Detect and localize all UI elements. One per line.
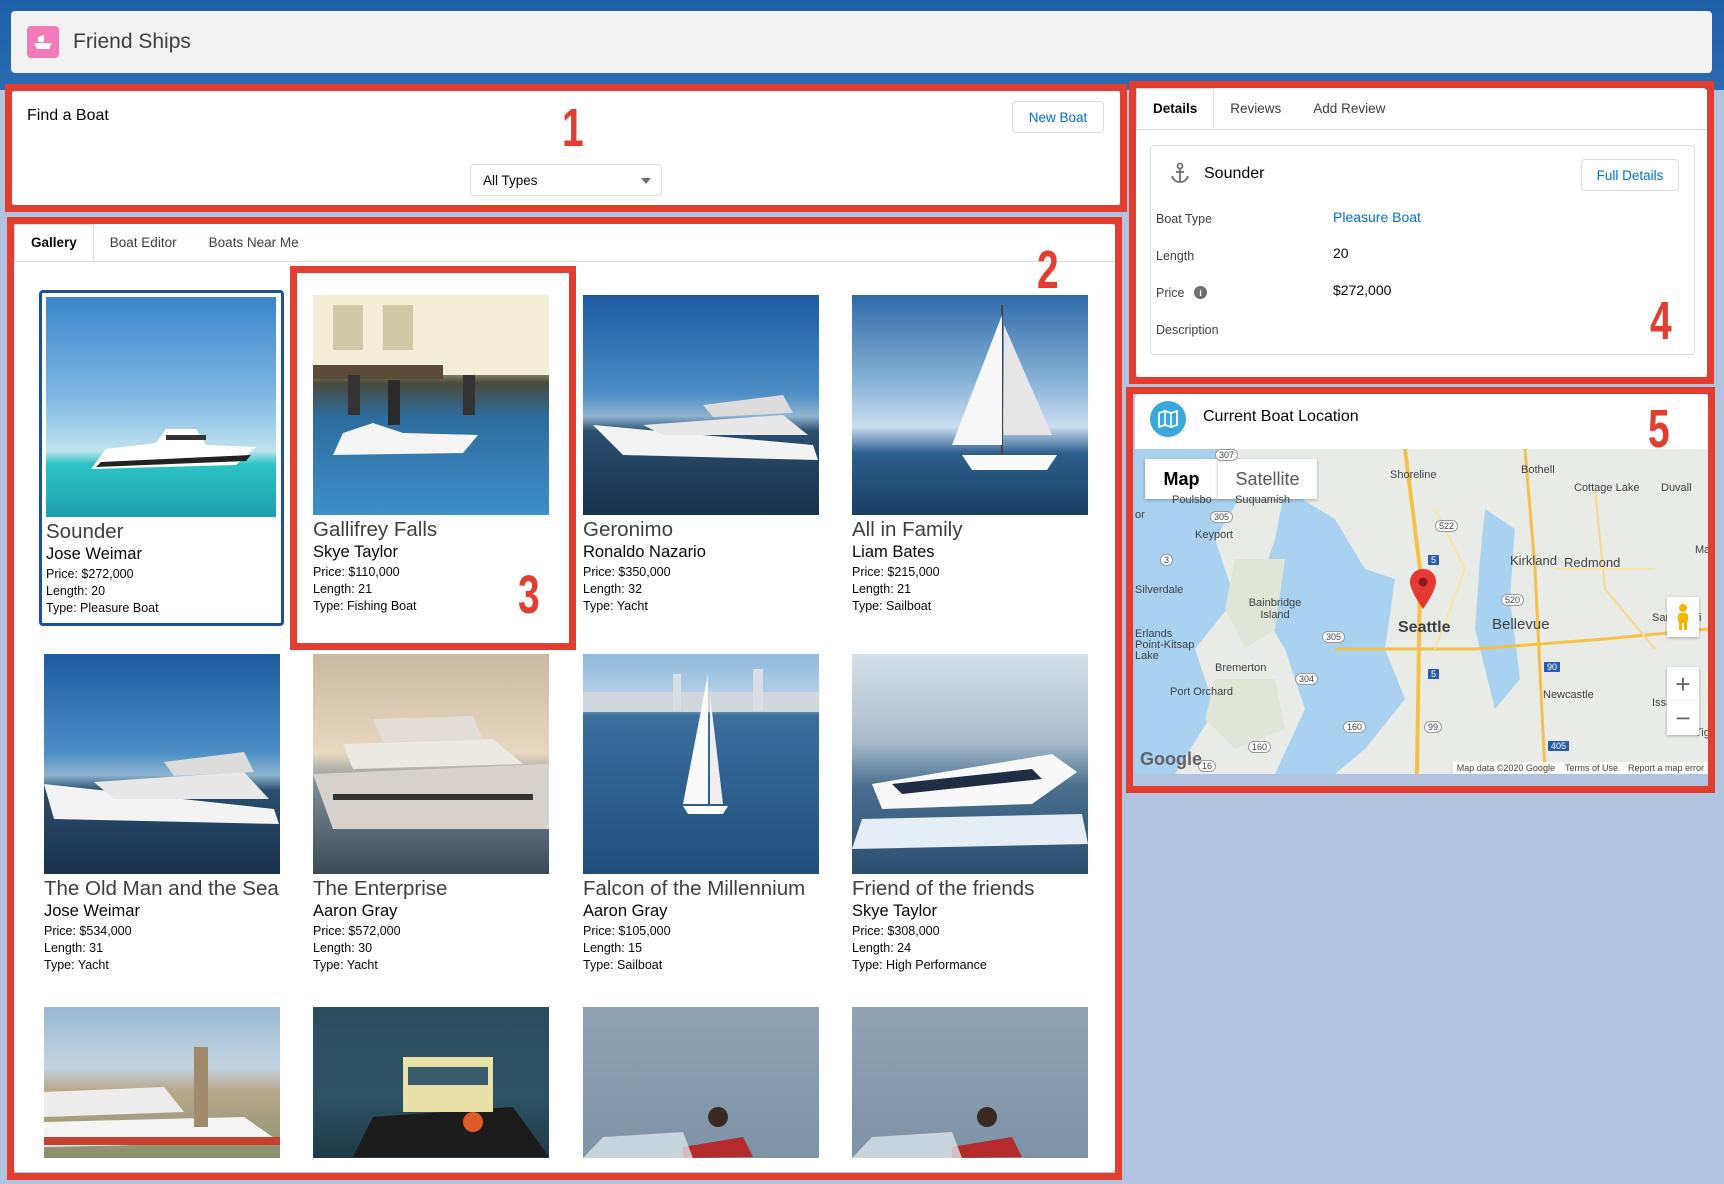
boat-owner: Liam Bates [852,543,935,561]
boat-owner: Jose Weimar [44,902,140,920]
boat-photo [46,297,276,517]
boat-tile[interactable]: Sounder Jose Weimar Price: $272,000 Leng… [46,297,276,615]
boat-type: Type: High Performance [852,958,987,972]
boat-tile[interactable] [852,1007,1088,1158]
boat-tile[interactable] [583,1007,819,1158]
boat-tile[interactable]: The Enterprise Aaron Gray Price: $572,00… [313,654,549,972]
boat-owner: Skye Taylor [852,902,937,920]
boat-photo [852,295,1088,515]
boat-price: Price: $215,000 [852,565,940,579]
boat-tile[interactable]: Friend of the friends Skye Taylor Price:… [852,654,1088,972]
boat-photo [852,654,1088,874]
boat-name: Sounder [46,520,124,543]
boat-tile[interactable]: All in Family Liam Bates Price: $215,000… [852,295,1088,613]
annotation-box-4 [1129,81,1714,384]
boat-type: Type: Yacht [583,599,648,613]
boat-type: Type: Pleasure Boat [46,601,159,615]
boat-photo [852,1007,1088,1158]
boat-length: Length: 24 [852,941,912,955]
boat-length: Length: 21 [852,582,912,596]
boat-name: All in Family [852,518,963,541]
boat-price: Price: $308,000 [852,924,940,938]
boat-owner: Aaron Gray [583,902,668,920]
boat-name: Geronimo [583,518,674,541]
boat-type: Type: Sailboat [852,599,932,613]
new-boat-button[interactable]: New Boat [1012,101,1104,133]
annotation-number-1: 1 [562,98,584,158]
boat-photo [44,654,280,874]
boat-photo [583,654,819,874]
boat-tile[interactable]: The Old Man and the Sea Jose Weimar Pric… [44,654,280,972]
ship-app-icon [27,26,59,58]
annotation-number-2: 2 [1037,240,1059,300]
boat-owner: Jose Weimar [46,545,142,563]
boat-type-select[interactable]: All Types [470,164,662,196]
boat-type: Type: Yacht [313,958,378,972]
boat-owner: Ronaldo Nazario [583,543,706,561]
boat-name: The Old Man and the Sea [44,877,279,900]
boat-length: Length: 32 [583,582,643,596]
boat-name: The Enterprise [313,877,448,900]
boat-photo [583,295,819,515]
boat-tile[interactable] [313,1007,549,1158]
boat-price: Price: $572,000 [313,924,401,938]
boat-name: Friend of the friends [852,877,1035,900]
boat-length: Length: 31 [44,941,104,955]
boat-price: Price: $350,000 [583,565,671,579]
boat-photo [313,1007,549,1158]
boat-tile[interactable]: Falcon of the Millennium Aaron Gray Pric… [583,654,819,972]
annotation-box-5 [1126,387,1715,793]
boat-price: Price: $272,000 [46,567,134,581]
boat-type: Type: Yacht [44,958,109,972]
boat-price: Price: $105,000 [583,924,671,938]
boat-name: Falcon of the Millennium [583,877,806,900]
app-header: Friend Ships [11,11,1712,73]
boat-length: Length: 30 [313,941,373,955]
annotation-number-4: 4 [1650,291,1672,351]
boat-tile[interactable] [44,1007,280,1158]
boat-price: Price: $534,000 [44,924,132,938]
annotation-number-3: 3 [518,565,540,625]
find-boat-title: Find a Boat [27,107,109,124]
boat-photo [44,1007,280,1158]
boat-length: Length: 20 [46,584,106,598]
boat-length: Length: 15 [583,941,643,955]
boat-type-select-value: All Types [483,172,538,188]
boat-photo [583,1007,819,1158]
chevron-down-icon [641,178,651,184]
annotation-number-5: 5 [1648,399,1670,459]
boat-photo [313,654,549,874]
boat-tile[interactable]: Geronimo Ronaldo Nazario Price: $350,000… [583,295,819,613]
app-title: Friend Ships [73,30,191,53]
boat-type: Type: Sailboat [583,958,663,972]
boat-owner: Aaron Gray [313,902,398,920]
